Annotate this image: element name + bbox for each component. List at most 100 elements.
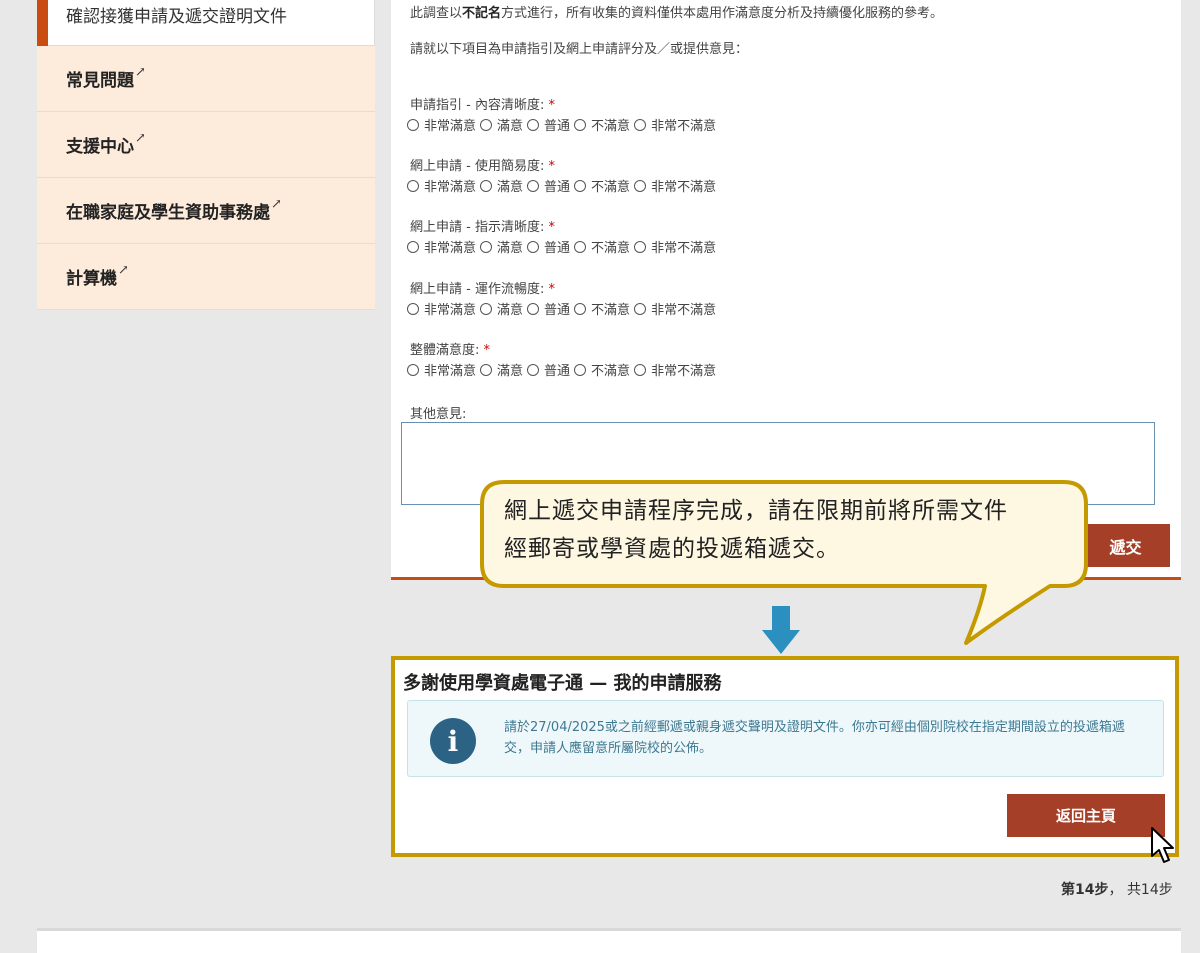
radio-button[interactable] <box>527 240 540 253</box>
radio-button[interactable] <box>527 363 540 376</box>
required-mark: * <box>548 220 555 235</box>
radio-button[interactable] <box>574 179 587 192</box>
radio-button[interactable] <box>574 363 587 376</box>
question-text: 網上申請 - 使用簡易度: <box>410 159 545 174</box>
question-ease-of-use: 網上申請 - 使用簡易度: * 非常滿意 滿意 普通 不滿意 非常不滿意 <box>407 155 720 195</box>
intro-text: 方式進行，所有收集的資料僅供本處用作滿意度分析及持續優化服務的參考。 <box>501 6 944 21</box>
callout-line: 網上遞交申請程序完成，請在限期前將所需文件 <box>504 498 1008 524</box>
option-label: 普通 <box>544 180 571 195</box>
question-text: 網上申請 - 指示清晰度: <box>410 220 545 235</box>
option-label: 普通 <box>544 119 571 134</box>
radio-button[interactable] <box>527 179 540 192</box>
radio-button[interactable] <box>574 118 587 131</box>
sidebar-item-faq[interactable]: 常見問題 ↗ <box>37 46 375 112</box>
rating-options: 非常滿意 滿意 普通 不滿意 非常不滿意 <box>407 176 720 195</box>
intro-text: 此調查以 <box>410 6 463 21</box>
rating-options: 非常滿意 滿意 普通 不滿意 非常不滿意 <box>407 360 720 379</box>
option-label: 非常不滿意 <box>651 303 717 318</box>
mouse-cursor-icon <box>1151 827 1174 863</box>
step-separator: ， <box>1108 882 1123 898</box>
radio-button[interactable] <box>480 302 493 315</box>
radio-button[interactable] <box>407 179 419 192</box>
question-label: 申請指引 - 內容清晰度: * <box>407 94 720 113</box>
radio-button[interactable] <box>407 363 419 376</box>
radio-button[interactable] <box>480 118 493 131</box>
option-label: 非常不滿意 <box>651 364 717 379</box>
option-label: 非常不滿意 <box>651 241 717 256</box>
external-link-icon: ↗ <box>135 131 146 146</box>
external-link-icon: ↗ <box>118 263 129 278</box>
sidebar-item-label: 支援中心 <box>66 137 134 157</box>
radio-button[interactable] <box>527 302 540 315</box>
radio-button[interactable] <box>527 118 540 131</box>
required-mark: * <box>548 282 555 297</box>
return-home-button[interactable]: 返回主頁 <box>1007 794 1165 837</box>
option-label: 非常不滿意 <box>651 119 717 134</box>
option-label: 非常滿意 <box>424 119 477 134</box>
option-label: 非常不滿意 <box>651 180 717 195</box>
question-label: 網上申請 - 使用簡易度: * <box>407 155 720 174</box>
required-mark: * <box>548 159 555 174</box>
footer <box>37 928 1181 953</box>
radio-button[interactable] <box>407 240 419 253</box>
option-label: 普通 <box>544 303 571 318</box>
option-label: 滿意 <box>497 303 524 318</box>
sidebar-item-calculator[interactable]: 計算機 ↗ <box>37 244 375 310</box>
option-label: 非常滿意 <box>424 303 477 318</box>
option-label: 普通 <box>544 364 571 379</box>
sidebar-item-label: 確認接獲申請及遞交證明文件 <box>66 7 287 27</box>
completion-box: 多謝使用學資處電子通 — 我的申請服務 i 請於27/04/2025或之前經郵遞… <box>391 656 1179 857</box>
option-label: 不滿意 <box>591 364 631 379</box>
option-label: 不滿意 <box>591 303 631 318</box>
radio-button[interactable] <box>574 240 587 253</box>
question-label: 網上申請 - 指示清晰度: * <box>407 216 720 235</box>
sidebar-item-label: 計算機 <box>66 269 117 289</box>
question-label: 網上申請 - 運作流暢度: * <box>407 278 720 297</box>
total-steps: 共14步 <box>1126 882 1173 898</box>
radio-button[interactable] <box>634 118 647 131</box>
other-comments-label: 其他意見: <box>410 407 467 422</box>
submit-button[interactable]: 遞交 <box>1081 524 1170 567</box>
down-arrow-icon <box>762 606 800 654</box>
question-smoothness: 網上申請 - 運作流暢度: * 非常滿意 滿意 普通 不滿意 非常不滿意 <box>407 278 720 318</box>
sidebar-item-label: 常見問題 <box>66 71 134 91</box>
rating-options: 非常滿意 滿意 普通 不滿意 非常不滿意 <box>407 299 720 318</box>
sidebar: 確認接獲申請及遞交證明文件 常見問題 ↗ 支援中心 ↗ 在職家庭及學生資助事務處 ↗ … <box>37 0 375 310</box>
option-label: 普通 <box>544 241 571 256</box>
question-text: 網上申請 - 運作流暢度: <box>410 282 545 297</box>
option-label: 滿意 <box>497 241 524 256</box>
radio-button[interactable] <box>634 363 647 376</box>
external-link-icon: ↗ <box>271 197 282 212</box>
option-label: 不滿意 <box>591 241 631 256</box>
radio-button[interactable] <box>634 240 647 253</box>
radio-button[interactable] <box>407 302 419 315</box>
radio-button[interactable] <box>574 302 587 315</box>
question-overall: 整體滿意度: * 非常滿意 滿意 普通 不滿意 非常不滿意 <box>407 339 720 379</box>
radio-button[interactable] <box>480 240 493 253</box>
radio-button[interactable] <box>480 363 493 376</box>
radio-button[interactable] <box>407 118 419 131</box>
radio-button[interactable] <box>634 179 647 192</box>
rating-options: 非常滿意 滿意 普通 不滿意 非常不滿意 <box>407 237 720 256</box>
step-indicator: 第14步， 共14步 <box>1061 879 1173 899</box>
survey-intro: 此調查以不記名方式進行，所有收集的資料僅供本處用作滿意度分析及持續優化服務的參考… <box>410 2 943 21</box>
option-label: 非常滿意 <box>424 241 477 256</box>
callout-line: 經郵寄或學資處的投遞箱遞交。 <box>504 536 840 562</box>
question-guide-clarity: 申請指引 - 內容清晰度: * 非常滿意 滿意 普通 不滿意 非常不滿意 <box>407 94 720 134</box>
sidebar-item-label: 在職家庭及學生資助事務處 <box>66 203 270 223</box>
required-mark: * <box>548 98 555 113</box>
required-mark: * <box>483 343 491 358</box>
sidebar-item-support[interactable]: 支援中心 ↗ <box>37 112 375 178</box>
completion-title: 多謝使用學資處電子通 — 我的申請服務 <box>403 673 722 694</box>
question-text: 整體滿意度: <box>410 343 480 358</box>
option-label: 滿意 <box>497 119 524 134</box>
question-instruction-clarity: 網上申請 - 指示清晰度: * 非常滿意 滿意 普通 不滿意 非常不滿意 <box>407 216 720 256</box>
active-indicator <box>37 0 48 46</box>
radio-button[interactable] <box>634 302 647 315</box>
sidebar-item-wfsfaa[interactable]: 在職家庭及學生資助事務處 ↗ <box>37 178 375 244</box>
option-label: 滿意 <box>497 180 524 195</box>
radio-button[interactable] <box>480 179 493 192</box>
sidebar-item-active[interactable]: 確認接獲申請及遞交證明文件 <box>37 0 375 46</box>
option-label: 不滿意 <box>591 119 631 134</box>
question-text: 申請指引 - 內容清晰度: <box>410 98 545 113</box>
